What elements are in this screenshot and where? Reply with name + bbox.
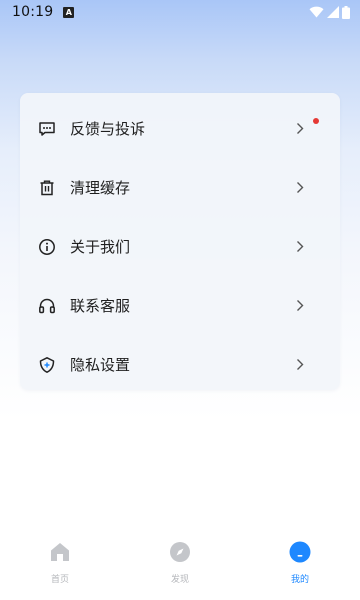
home-icon (49, 541, 71, 563)
status-icons (309, 5, 350, 19)
battery-icon (342, 5, 350, 19)
tab-label: 发现 (170, 575, 189, 585)
compass-icon (169, 541, 191, 563)
menu-item-label: 隐私设置 (70, 356, 131, 374)
menu-item-feedback[interactable]: 反馈与投诉 (20, 99, 340, 158)
notification-icon: A (63, 6, 75, 18)
status-time: 10:19 (12, 4, 54, 20)
menu-item-label: 关于我们 (70, 238, 131, 256)
settings-card: 反馈与投诉 清理缓存 关于我们 联系客服 隐私设置 (20, 93, 340, 390)
tab-label: 我的 (290, 575, 309, 585)
menu-item-label: 清理缓存 (70, 179, 131, 197)
bottom-tab-bar: 首页 发现 我的 (0, 535, 360, 600)
status-bar: 10:19 A (0, 0, 360, 24)
tab-discover[interactable]: 发现 (120, 535, 240, 600)
signal-icon (327, 6, 339, 18)
tab-mine[interactable]: 我的 (240, 535, 360, 600)
menu-item-clear-cache[interactable]: 清理缓存 (20, 158, 340, 217)
feedback-icon (38, 120, 56, 138)
wifi-icon (309, 6, 324, 18)
chevron-right-icon (294, 240, 306, 254)
chevron-right-icon (294, 122, 306, 136)
chevron-right-icon (294, 358, 306, 372)
info-icon (38, 238, 56, 256)
headphones-icon (38, 297, 56, 315)
chevron-right-icon (294, 299, 306, 313)
shield-icon (38, 356, 56, 374)
notification-badge (313, 118, 319, 124)
tab-label: 首页 (50, 575, 69, 585)
menu-item-label: 反馈与投诉 (70, 120, 146, 138)
profile-icon (289, 541, 311, 563)
trash-icon (38, 179, 56, 197)
menu-item-label: 联系客服 (70, 297, 131, 315)
chevron-right-icon (294, 181, 306, 195)
tab-home[interactable]: 首页 (0, 535, 120, 600)
menu-item-about-us[interactable]: 关于我们 (20, 217, 340, 276)
menu-item-privacy-settings[interactable]: 隐私设置 (20, 335, 340, 394)
menu-item-contact-support[interactable]: 联系客服 (20, 276, 340, 335)
